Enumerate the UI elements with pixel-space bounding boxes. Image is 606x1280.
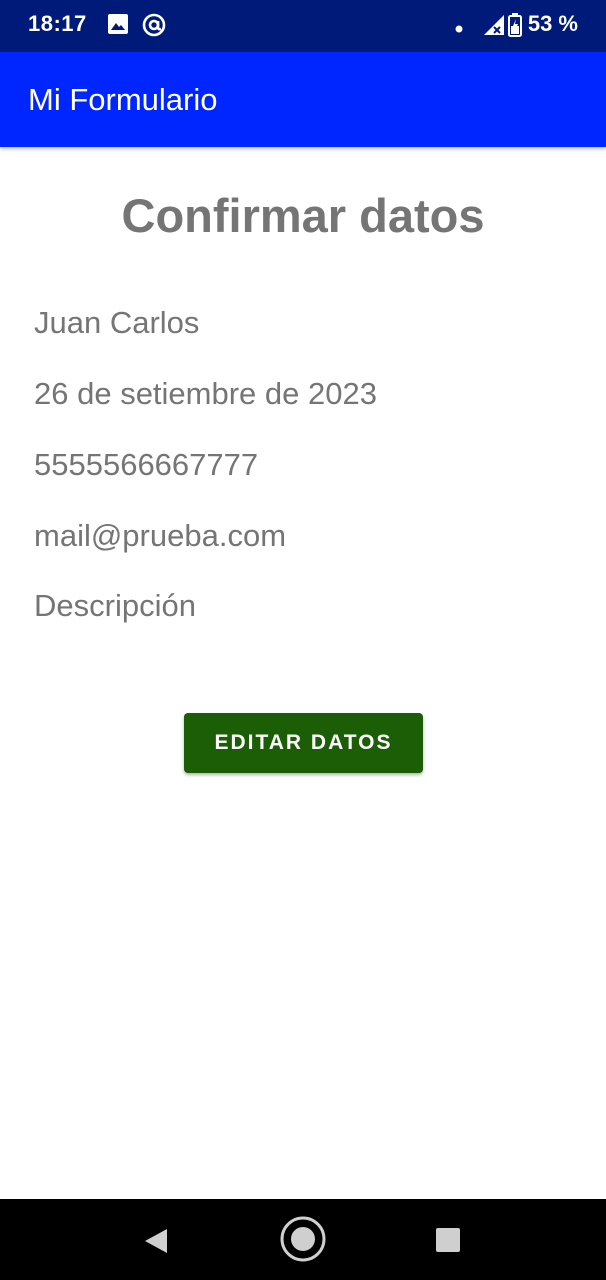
back-icon[interactable] xyxy=(143,1227,169,1260)
battery-icon xyxy=(508,13,522,37)
at-sign-icon xyxy=(142,13,166,37)
page-title: Confirmar datos xyxy=(121,189,485,242)
name-value: Juan Carlos xyxy=(34,305,200,340)
navigation-bar xyxy=(0,1199,606,1280)
notification-dot-icon xyxy=(455,20,465,33)
date-value: 26 de setiembre de 2023 xyxy=(34,376,377,411)
edit-data-button[interactable]: EDITAR DATOS xyxy=(184,713,423,773)
phone-value: 5555566667777 xyxy=(34,447,259,482)
image-icon xyxy=(107,13,131,37)
recents-icon[interactable] xyxy=(435,1227,461,1258)
home-icon[interactable] xyxy=(279,1215,327,1268)
status-time: 18:17 xyxy=(28,11,87,36)
status-bar: 18:17 53 % xyxy=(0,0,606,52)
signal-icon xyxy=(482,13,506,37)
description-value: Descripción xyxy=(34,588,196,623)
battery-percentage: 53 % xyxy=(527,11,578,36)
app-title: Mi Formulario xyxy=(28,82,218,117)
app-bar: Mi Formulario xyxy=(0,52,606,147)
email-value: mail@prueba.com xyxy=(34,518,287,553)
